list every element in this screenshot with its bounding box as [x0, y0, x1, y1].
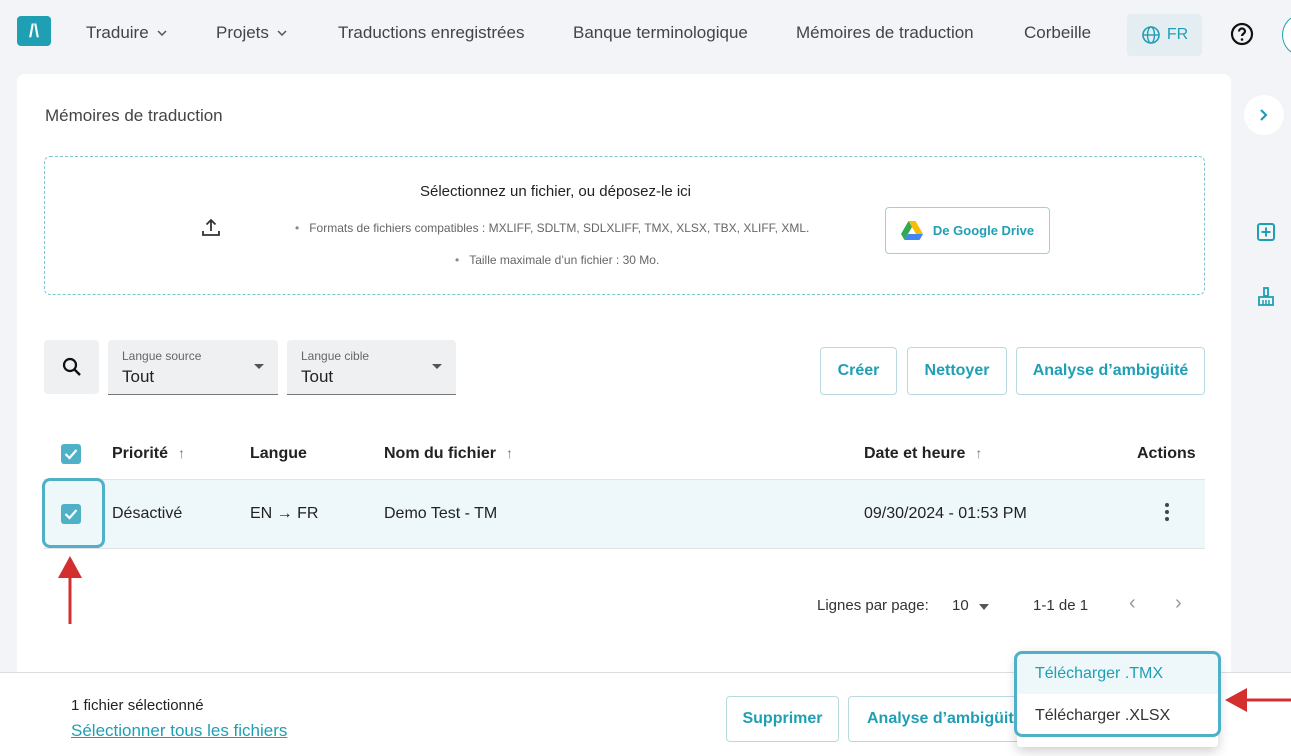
nav-traductions-enregistrees[interactable]: Traductions enregistrées — [338, 23, 524, 43]
dropdown-arrow-icon — [254, 364, 264, 369]
select-value: Tout — [301, 367, 334, 386]
create-button[interactable]: Créer — [820, 347, 897, 395]
expand-panel-button[interactable] — [1244, 95, 1284, 135]
menu-highlight-annotation — [1014, 651, 1221, 737]
dropdown-arrow-icon — [432, 364, 442, 369]
row-filename: Demo Test - TM — [384, 505, 498, 522]
dropdown-arrow-icon — [978, 604, 989, 610]
table-row[interactable]: Désactivé EN → FR Demo Test - TM 09/30/2… — [44, 480, 1205, 549]
google-drive-label: De Google Drive — [932, 223, 1035, 238]
column-filename[interactable]: Nom du fichier ↑ — [384, 445, 513, 463]
select-value: Tout — [122, 367, 155, 386]
select-all-checkbox[interactable] — [61, 444, 81, 464]
language-code: FR — [1166, 26, 1189, 43]
user-avatar[interactable] — [1282, 14, 1291, 56]
nav-traduire[interactable]: Traduire — [86, 23, 167, 43]
rows-per-page-label: Lignes par page: — [817, 597, 929, 614]
chevron-down-icon — [157, 27, 167, 39]
annotation-arrow-left — [1225, 688, 1291, 712]
add-box-icon[interactable] — [1256, 222, 1276, 242]
annotation-arrow-up — [58, 556, 82, 624]
page-title: Mémoires de traduction — [45, 106, 223, 125]
dropzone-formats: Formats de fichiers compatibles : MXLIFF… — [295, 221, 809, 235]
column-label: Actions — [1137, 445, 1196, 462]
prev-page-button[interactable]: ‹ — [1129, 592, 1136, 615]
nav-memoires-de-traduction[interactable]: Mémoires de traduction — [796, 23, 974, 43]
rows-per-page-value: 10 — [952, 597, 969, 614]
dropzone-title: Sélectionnez un fichier, ou déposez-le i… — [420, 183, 691, 200]
delete-button[interactable]: Supprimer — [726, 696, 839, 742]
column-actions: Actions — [1137, 445, 1196, 463]
select-label: Langue source — [122, 349, 202, 363]
column-label: Date et heure — [864, 445, 966, 462]
file-dropzone[interactable]: Sélectionnez un fichier, ou déposez-le i… — [44, 156, 1205, 295]
nav-label: Banque terminologique — [573, 23, 748, 42]
pagination-range: 1-1 de 1 — [1033, 597, 1089, 614]
column-datetime[interactable]: Date et heure ↑ — [864, 445, 982, 463]
column-priority[interactable]: Priorité ↑ — [112, 445, 185, 463]
row-priority: Désactivé — [112, 505, 183, 522]
google-drive-button[interactable]: De Google Drive — [885, 207, 1050, 254]
cleaning-brush-icon[interactable] — [1256, 287, 1276, 307]
selected-count: 1 fichier sélectionné — [71, 697, 204, 714]
language-selector[interactable]: FR — [1127, 14, 1202, 56]
nav-label: Traduire — [86, 23, 149, 42]
target-language-select[interactable]: Langue cible Tout — [287, 340, 456, 395]
rows-per-page-select[interactable]: 10 — [952, 597, 989, 614]
column-label: Nom du fichier — [384, 445, 497, 462]
chevron-right-icon — [1260, 109, 1268, 121]
clean-button[interactable]: Nettoyer — [907, 347, 1007, 395]
select-all-files-link[interactable]: Sélectionner tous les fichiers — [71, 721, 287, 741]
column-label: Priorité — [112, 445, 169, 462]
select-label: Langue cible — [301, 349, 370, 363]
search-icon — [62, 357, 81, 376]
google-drive-icon — [900, 221, 923, 240]
chevron-down-icon — [277, 27, 287, 39]
nav-label: Mémoires de traduction — [796, 23, 974, 42]
row-language: EN → FR — [250, 505, 319, 522]
main-card: Mémoires de traduction Sélectionnez un f… — [17, 74, 1231, 684]
nav-label: Projets — [216, 23, 269, 42]
nav-corbeille[interactable]: Corbeille — [1024, 23, 1091, 43]
sort-arrow-icon: ↑ — [178, 445, 186, 461]
app-logo[interactable]: /\ — [17, 16, 51, 46]
nav-label: Traductions enregistrées — [338, 23, 525, 42]
ambiguity-analysis-button[interactable]: Analyse d’ambigüité — [1016, 347, 1205, 395]
sort-arrow-icon: ↑ — [975, 445, 983, 461]
row-datetime: 09/30/2024 - 01:53 PM — [864, 505, 1027, 522]
search-button[interactable] — [44, 340, 99, 394]
nav-label: Corbeille — [1024, 23, 1092, 42]
next-page-button[interactable]: › — [1175, 592, 1182, 615]
upload-icon — [202, 218, 220, 236]
top-navigation: /\ Traduire Projets Traductions enregist… — [0, 0, 1291, 70]
sort-arrow-icon: ↑ — [506, 445, 514, 461]
table-header: Priorité ↑ Langue Nom du fichier ↑ Date et… — [44, 429, 1205, 480]
nav-projets[interactable]: Projets — [216, 23, 287, 43]
help-icon[interactable] — [1230, 22, 1254, 46]
dropzone-max-size: Taille maximale d’un fichier : 30 Mo. — [455, 253, 659, 267]
ambiguity-analysis-selected-button[interactable]: Analyse d’ambigüité — [848, 696, 1038, 742]
nav-banque-terminologique[interactable]: Banque terminologique — [573, 23, 748, 43]
globe-icon — [1142, 26, 1160, 44]
column-label: Langue — [250, 445, 307, 462]
check-icon — [64, 449, 78, 460]
column-language: Langue — [250, 445, 307, 463]
checkbox-highlight-annotation — [42, 478, 105, 548]
source-language-select[interactable]: Langue source Tout — [108, 340, 278, 395]
more-actions-icon[interactable] — [1164, 500, 1170, 526]
